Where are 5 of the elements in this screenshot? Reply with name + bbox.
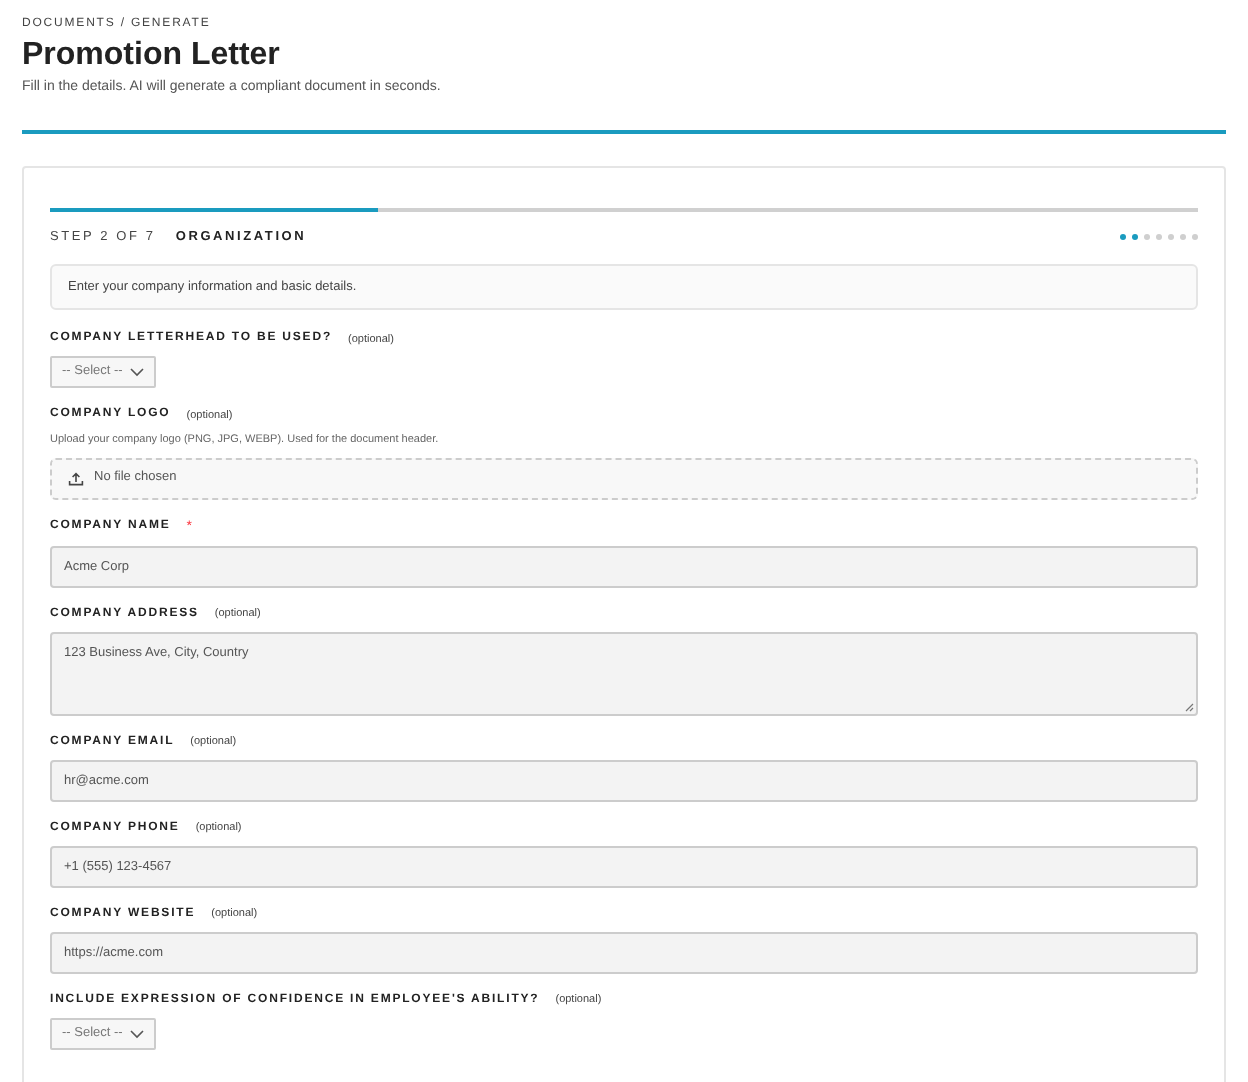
resize-handle-icon	[1184, 702, 1194, 712]
chevron-down-icon	[130, 1029, 145, 1039]
upload-icon	[68, 471, 84, 485]
page-title: Promotion Letter	[22, 36, 282, 76]
chevron-down-icon	[130, 367, 145, 378]
